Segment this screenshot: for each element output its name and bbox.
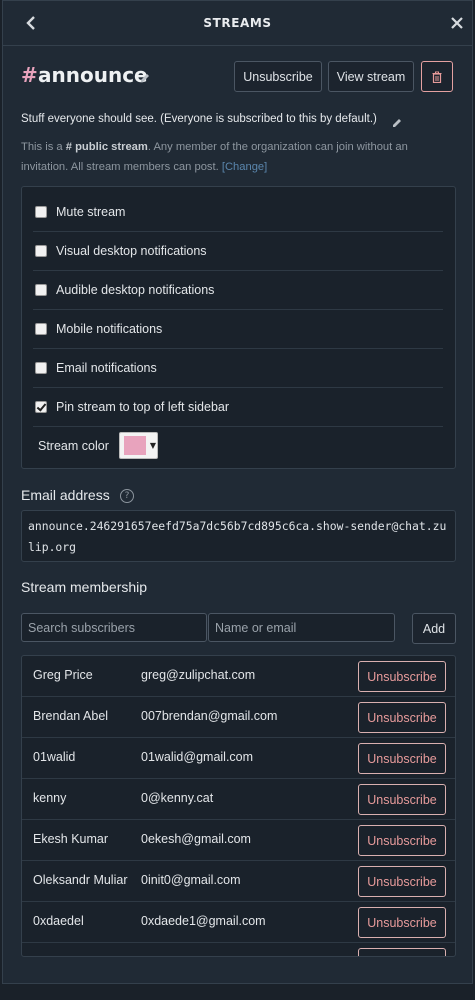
member-name: Ekesh Kumar (33, 832, 109, 846)
edit-name-icon[interactable] (139, 69, 153, 83)
member-row: Greg Price greg@zulipchat.com Unsubscrib… (22, 656, 455, 697)
member-name: kenny (33, 791, 67, 805)
stream-color-row: Stream color ▼ (38, 432, 158, 459)
setting-audible-desktop[interactable]: Audible desktop notifications (33, 271, 443, 310)
checkbox[interactable] (35, 284, 47, 296)
color-swatch (123, 436, 146, 455)
member-name: Greg Price (33, 668, 93, 682)
add-subscriber-input[interactable] (208, 613, 395, 642)
member-name: Oleksandr Muliar (33, 873, 128, 887)
stream-permissions-info: This is a # public stream. Any member of… (21, 137, 441, 177)
member-row (22, 943, 455, 956)
member-name: 01walid (33, 750, 76, 764)
member-email: 0xdaede1@gmail.com (141, 914, 266, 928)
stream-email-address[interactable]: announce.246291657eefd75a7dc56b7cd895c6c… (21, 510, 456, 562)
help-icon[interactable]: ? (120, 489, 134, 503)
add-subscriber-button[interactable]: Add (412, 613, 456, 644)
setting-visual-desktop[interactable]: Visual desktop notifications (33, 232, 443, 271)
panel-header: STREAMS (3, 1, 472, 46)
member-email: greg@zulipchat.com (141, 668, 256, 682)
unsubscribe-member-button[interactable]: Unsubscribe (358, 743, 446, 774)
info-prefix: This is a (21, 141, 63, 153)
setting-mute-stream[interactable]: Mute stream (33, 193, 443, 232)
search-subscribers-input[interactable] (21, 613, 207, 642)
stream-color-label: Stream color (38, 438, 109, 453)
setting-label: Mobile notifications (56, 322, 163, 336)
setting-label: Pin stream to top of left sidebar (56, 400, 230, 414)
member-email: 0@kenny.cat (141, 791, 214, 805)
setting-email[interactable]: Email notifications (33, 349, 443, 388)
stream-color-picker[interactable]: ▼ (118, 432, 158, 459)
setting-label: Mute stream (56, 205, 126, 219)
view-stream-button[interactable]: View stream (328, 61, 414, 92)
member-row: 0xdaedel 0xdaede1@gmail.com Unsubscribe (22, 902, 455, 943)
change-permissions-link[interactable]: [Change] (222, 161, 267, 173)
checkbox[interactable] (35, 362, 47, 374)
member-row: Ekesh Kumar 0ekesh@gmail.com Unsubscribe (22, 820, 455, 861)
stream-name: announce (38, 63, 148, 87)
member-row: Oleksandr Muliar 0init0@gmail.com Unsubs… (22, 861, 455, 902)
unsubscribe-member-button[interactable]: Unsubscribe (358, 866, 446, 897)
stream-description: Stuff everyone should see. (Everyone is … (21, 113, 377, 125)
caret-down-icon: ▼ (149, 441, 157, 450)
unsubscribe-member-button[interactable]: Unsubscribe (358, 825, 446, 856)
unsubscribe-member-button[interactable]: Unsubscribe (358, 784, 446, 815)
close-icon[interactable] (448, 14, 466, 32)
member-name: 0xdaedel (33, 914, 84, 928)
member-email: 01walid@gmail.com (141, 750, 254, 764)
delete-stream-button[interactable] (421, 61, 453, 92)
panel-title: STREAMS (203, 16, 272, 30)
notification-settings: Mute stream Visual desktop notifications… (21, 186, 456, 469)
setting-label: Visual desktop notifications (56, 244, 207, 258)
checkbox[interactable] (35, 323, 47, 335)
member-email: 007brendan@gmail.com (141, 709, 278, 723)
setting-mobile[interactable]: Mobile notifications (33, 310, 443, 349)
checkbox-checked[interactable] (35, 401, 47, 413)
stream-title-row: # announce Unsubscribe View stream (21, 61, 458, 95)
setting-label: Audible desktop notifications (56, 283, 215, 297)
member-row: Brendan Abel 007brendan@gmail.com Unsubs… (22, 697, 455, 738)
checkbox[interactable] (35, 245, 47, 257)
member-row: 01walid 01walid@gmail.com Unsubscribe (22, 738, 455, 779)
member-email: 0init0@gmail.com (141, 873, 241, 887)
setting-label: Email notifications (56, 361, 157, 375)
info-public-stream: # public stream (65, 141, 148, 153)
trash-icon (432, 71, 442, 83)
setting-pin-stream[interactable]: Pin stream to top of left sidebar (33, 388, 443, 427)
unsubscribe-member-button[interactable]: Unsubscribe (358, 907, 446, 938)
member-email: 0ekesh@gmail.com (141, 832, 251, 846)
member-name: Brendan Abel (33, 709, 109, 723)
unsubscribe-button[interactable]: Unsubscribe (234, 61, 322, 92)
email-address-title: Email address (21, 487, 110, 503)
member-row: kenny 0@kenny.cat Unsubscribe (22, 779, 455, 820)
membership-title: Stream membership (21, 579, 148, 595)
unsubscribe-member-button[interactable]: Unsubscribe (358, 702, 446, 733)
unsubscribe-member-button[interactable] (358, 948, 446, 956)
stream-hash-icon: # (21, 63, 38, 87)
checkbox[interactable] (35, 206, 47, 218)
members-list: Greg Price greg@zulipchat.com Unsubscrib… (21, 655, 456, 957)
back-icon[interactable] (21, 11, 41, 35)
edit-description-icon[interactable] (391, 114, 403, 127)
stream-settings-panel: STREAMS # announce Unsubscribe View stre… (2, 0, 473, 984)
unsubscribe-member-button[interactable]: Unsubscribe (358, 661, 446, 692)
